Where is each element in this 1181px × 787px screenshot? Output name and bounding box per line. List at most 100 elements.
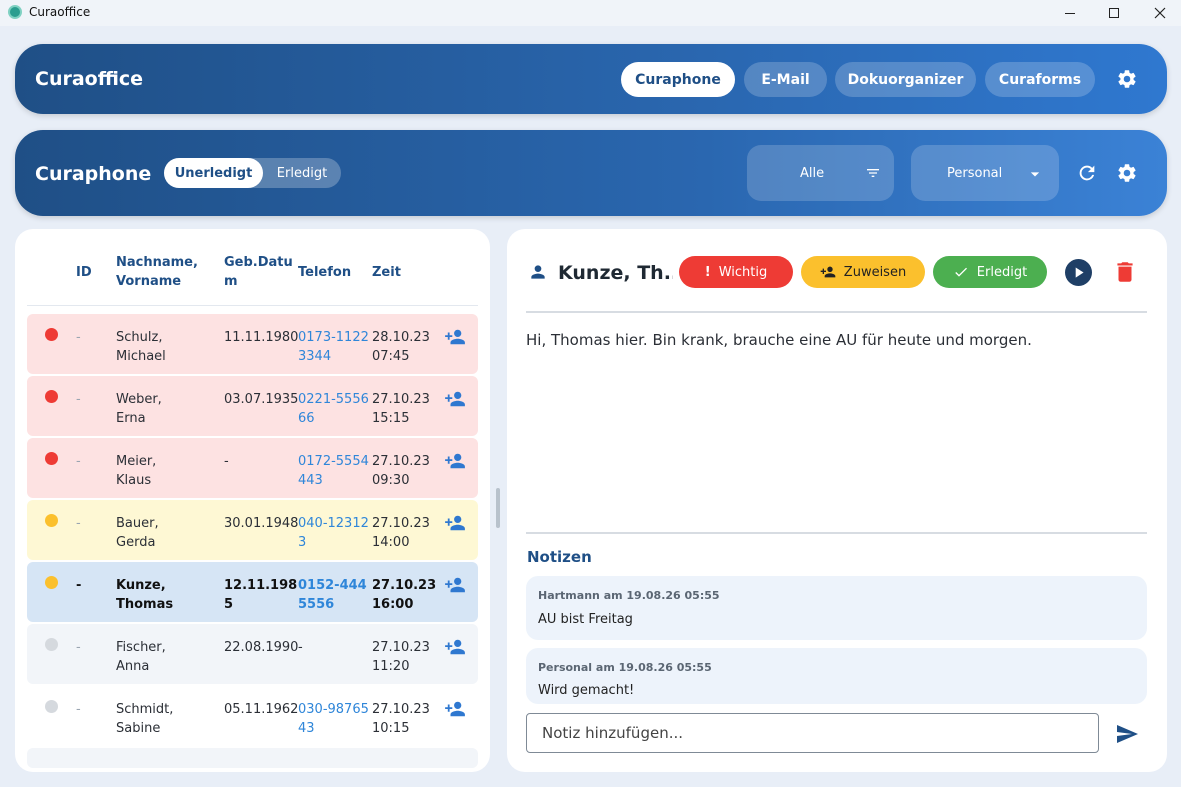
cell-time: 28.10.23 07:45	[372, 328, 430, 366]
cell-first-name: Anna	[116, 659, 150, 674]
note-input[interactable]	[526, 713, 1099, 753]
cell-phone-line1: 0221-5556	[298, 392, 369, 407]
column-header-name: Nachname, Vorname	[116, 253, 198, 291]
cell-phone-line1: 040-12312	[298, 516, 369, 531]
trash-icon[interactable]	[1112, 259, 1138, 285]
cell-dob: 05.11.1962	[224, 700, 298, 719]
minimize-icon	[1065, 12, 1075, 14]
close-icon	[1154, 7, 1166, 19]
cell-dob: 22.08.1990	[224, 638, 298, 657]
column-header-id: ID	[76, 265, 92, 280]
person-add-icon[interactable]	[444, 638, 466, 656]
cell-dob: 03.07.1935	[224, 390, 298, 409]
note-text: Wird gemacht!	[538, 683, 635, 698]
cell-phone[interactable]: 0173-1122 3344	[298, 328, 369, 366]
gear-icon[interactable]	[1116, 162, 1138, 184]
done-button-label: Erledigt	[976, 264, 1028, 280]
cell-last-name: Meier,	[116, 454, 157, 469]
cell-name: Meier, Klaus	[116, 452, 156, 490]
cell-id: -	[76, 702, 81, 717]
table-row[interactable]: - Bauer, Gerda 30.01.1948 040-12312 3 27.10.23…	[27, 500, 478, 560]
tab-email[interactable]: E-Mail	[744, 62, 827, 97]
cell-last-name: Kunze,	[116, 578, 166, 593]
table-row[interactable]: - Fischer, Anna 22.08.1990-27.10.23 11:20	[27, 624, 478, 684]
table-row[interactable]: - Kunze, Thomas 12.11.198 5 0152-444 5556 27.10…	[27, 562, 478, 622]
person-add-icon[interactable]	[444, 328, 466, 346]
note-text: AU bist Freitag	[538, 612, 633, 627]
refresh-icon[interactable]	[1076, 162, 1098, 184]
cell-time: 27.10.23 16:00	[372, 576, 436, 614]
header-divider	[27, 305, 478, 306]
tab-curaphone[interactable]: Curaphone	[621, 62, 735, 97]
cell-time: 27.10.23 11:20	[372, 638, 430, 676]
person-add-icon[interactable]	[444, 514, 466, 532]
cell-phone[interactable]: 040-12312 3	[298, 514, 369, 552]
cell-phone[interactable]: 0172-5554 443	[298, 452, 369, 490]
cell-phone-line2: 443	[298, 473, 323, 488]
cell-clock: 14:00	[372, 535, 410, 550]
cell-id: -	[76, 516, 81, 531]
tab-dokuorganizer[interactable]: Dokuorganizer	[835, 62, 976, 97]
cell-id: -	[76, 640, 81, 655]
status-dot	[45, 452, 58, 465]
cell-phone-line2: 5556	[298, 597, 335, 612]
cell-date: 27.10.23	[372, 516, 430, 531]
maximize-button[interactable]	[1091, 0, 1137, 26]
column-header-dob: Geb.Datu m	[224, 253, 293, 291]
table-row[interactable]: - Meier, Klaus - 0172-5554 443 27.10.23 09:30	[27, 438, 478, 498]
cell-phone[interactable]: 0221-5556 66	[298, 390, 369, 428]
person-icon	[531, 265, 545, 279]
personal-dropdown[interactable]: Personal	[911, 145, 1059, 201]
person-add-icon[interactable]	[444, 576, 466, 594]
cell-phone[interactable]: 030-98765 43	[298, 700, 369, 738]
table-row-partial	[27, 748, 478, 768]
personal-value: Personal	[947, 166, 1003, 181]
cell-first-name: Klaus	[116, 473, 152, 488]
tab-curaforms[interactable]: Curaforms	[985, 62, 1095, 97]
cell-name: Fischer, Anna	[116, 638, 166, 676]
curaphone-toolbar: Curaphone Unerledigt Erledigt Alle Perso…	[15, 130, 1167, 216]
toggle-erledigt[interactable]: Erledigt	[263, 158, 341, 188]
cell-phone-line1: 0152-444	[298, 578, 367, 593]
cell-phone-line2: 66	[298, 411, 315, 426]
cell-dob-line2: 5	[224, 597, 234, 612]
close-button[interactable]	[1137, 0, 1181, 26]
status-dot	[45, 328, 58, 341]
assign-button[interactable]: Zuweisen	[801, 256, 925, 288]
cell-clock: 11:20	[372, 659, 410, 674]
cell-dob-line1: 03.07.1935	[224, 392, 299, 407]
window-title: Curaoffice	[29, 5, 91, 19]
table-row[interactable]: - Schmidt, Sabine 05.11.1962 030-98765 43 27.1…	[27, 686, 478, 746]
cell-clock: 07:45	[372, 349, 410, 364]
cell-time: 27.10.23 15:15	[372, 390, 430, 428]
cell-first-name: Michael	[116, 349, 166, 364]
cell-phone-line1: -	[298, 640, 303, 655]
filter-dropdown[interactable]: Alle	[747, 145, 894, 201]
assign-button-label: Zuweisen	[843, 264, 907, 280]
cell-phone-line1: 030-98765	[298, 702, 369, 717]
column-header-phone: Telefon	[298, 265, 352, 280]
send-icon[interactable]	[1115, 722, 1139, 746]
cell-clock: 16:00	[372, 597, 414, 612]
table-row[interactable]: - Weber, Erna 03.07.1935 0221-5556 66 27.10.23…	[27, 376, 478, 436]
caller-name: Kunze, Th...	[558, 262, 673, 284]
cell-time: 27.10.23 10:15	[372, 700, 430, 738]
play-icon[interactable]	[1065, 259, 1092, 286]
toggle-unerledigt[interactable]: Unerledigt	[164, 158, 263, 188]
cell-dob: 12.11.198 5	[224, 576, 297, 614]
cell-date: 27.10.23	[372, 640, 430, 655]
important-button[interactable]: ! Wichtig	[679, 256, 793, 288]
column-header-dob-line1: Geb.Datu	[224, 255, 293, 270]
person-add-icon[interactable]	[444, 700, 466, 718]
minimize-button[interactable]	[1047, 0, 1093, 26]
table-row[interactable]: - Schulz, Michael 11.11.1980 0173-1122 3344 28…	[27, 314, 478, 374]
done-button[interactable]: Erledigt	[933, 256, 1047, 288]
note-meta: Hartmann am 19.08.26 05:55	[538, 589, 720, 602]
cell-phone[interactable]: 0152-444 5556	[298, 576, 367, 614]
gear-icon[interactable]	[1116, 68, 1138, 90]
cell-name: Bauer, Gerda	[116, 514, 159, 552]
app-title: Curaoffice	[35, 68, 144, 90]
person-add-icon[interactable]	[444, 452, 466, 470]
panel-resize-handle[interactable]	[496, 488, 500, 528]
person-add-icon[interactable]	[444, 390, 466, 408]
